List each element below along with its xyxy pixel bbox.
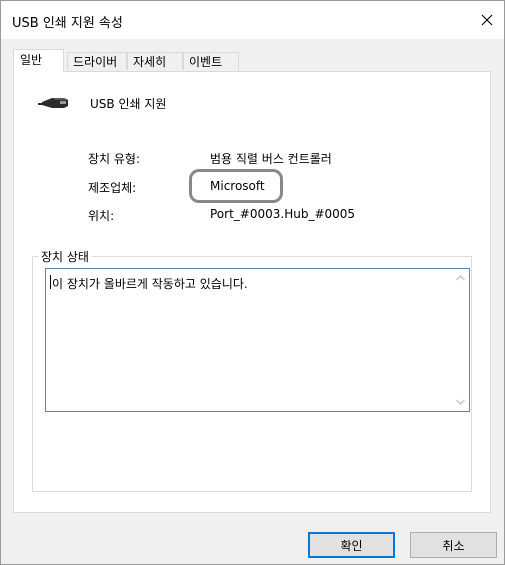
device-status-textbox[interactable]: 이 장치가 올바르게 작동하고 있습니다. [45, 268, 470, 412]
scroll-up-arrow-icon[interactable] [455, 273, 465, 283]
tab-general[interactable]: 일반 [13, 49, 64, 72]
device-type-value: 범용 직렬 버스 컨트롤러 [210, 152, 332, 166]
cancel-button[interactable]: 취소 [410, 532, 497, 558]
tab-driver[interactable]: 드라이버 [67, 52, 127, 70]
tab-events[interactable]: 이벤트 [183, 52, 239, 70]
tab-strip: 일반 드라이버 자세히 이벤트 [13, 49, 493, 72]
manufacturer-value: Microsoft [210, 179, 265, 193]
location-label: 위치: [88, 209, 115, 223]
window-title: USB 인쇄 지원 속성 [12, 16, 123, 31]
scroll-down-arrow-icon[interactable] [455, 397, 465, 407]
usb-plug-icon [38, 98, 68, 108]
device-status-text: 이 장치가 올바르게 작동하고 있습니다. [52, 277, 248, 291]
close-button[interactable] [470, 1, 504, 39]
device-name: USB 인쇄 지원 [90, 97, 167, 111]
close-icon [481, 14, 493, 26]
manufacturer-label: 제조업체: [88, 181, 137, 195]
text-caret [50, 275, 51, 289]
title-bar[interactable]: USB 인쇄 지원 속성 [1, 1, 504, 39]
ok-button[interactable]: 확인 [308, 532, 395, 558]
device-status-legend: 장치 상태 [38, 248, 92, 265]
properties-dialog: USB 인쇄 지원 속성 일반 드라이버 자세히 이벤트 USB 인쇄 지원 장… [0, 0, 505, 565]
status-scrollbar[interactable] [452, 269, 469, 411]
tab-details[interactable]: 자세히 [127, 52, 183, 70]
location-value: Port_#0003.Hub_#0005 [210, 207, 356, 221]
device-type-label: 장치 유형: [88, 152, 141, 166]
tab-panel-general: USB 인쇄 지원 장치 유형: 범용 직렬 버스 컨트롤러 제조업체: Mic… [13, 71, 491, 513]
